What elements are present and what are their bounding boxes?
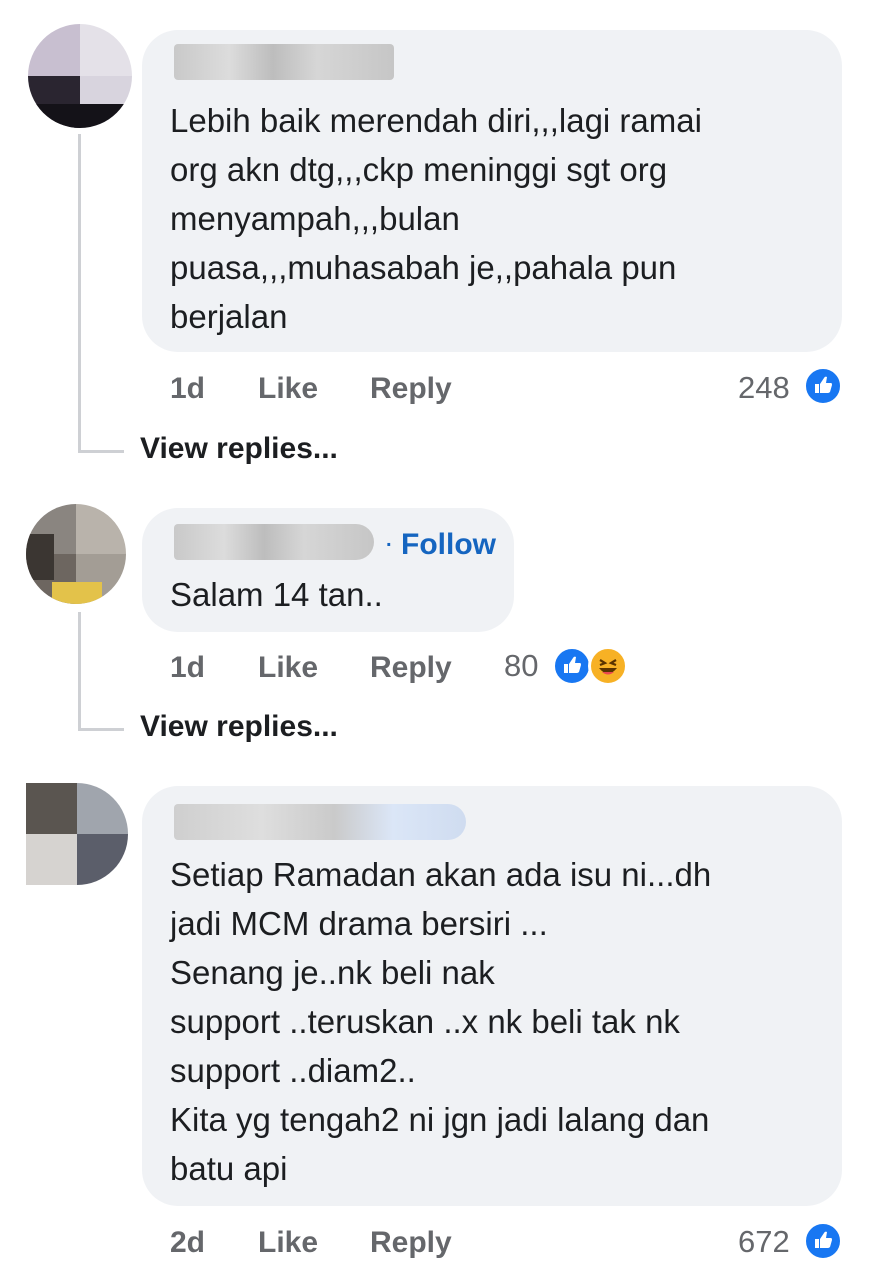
comment-line: batu api	[170, 1150, 288, 1187]
author-name-blurred[interactable]	[174, 44, 394, 80]
comment-bubble: Lebih baik merendah diri,,,lagi ramai or…	[142, 30, 842, 352]
like-button[interactable]: Like	[258, 372, 318, 406]
avatar[interactable]	[26, 783, 128, 885]
comment-timestamp[interactable]: 2d	[170, 1226, 205, 1260]
like-icon	[552, 646, 592, 686]
comment-line: menyampah,,,bulan	[170, 200, 460, 237]
avatar[interactable]	[26, 504, 126, 604]
author-name-blurred[interactable]	[174, 524, 374, 560]
reply-button[interactable]: Reply	[370, 651, 452, 685]
comment-text: Setiap Ramadan akan ada isu ni...dh jadi…	[170, 850, 711, 1193]
thread-line	[78, 134, 81, 452]
like-button[interactable]: Like	[258, 651, 318, 685]
thread-connector	[78, 450, 124, 453]
comment-line: support ..teruskan ..x nk beli tak nk	[170, 1003, 680, 1040]
author-name-blurred[interactable]	[174, 804, 466, 840]
comment-bubble: · Follow Salam 14 tan..	[142, 508, 514, 632]
comment-timestamp[interactable]: 1d	[170, 651, 205, 685]
follow-label: Follow	[401, 528, 496, 561]
comment-line: Kita yg tengah2 ni jgn jadi lalang dan	[170, 1101, 710, 1138]
comment-line: Lebih baik merendah diri,,,lagi ramai	[170, 102, 702, 139]
comment-line: Senang je..nk beli nak	[170, 954, 495, 991]
reaction-count[interactable]: 672	[738, 1224, 790, 1260]
comment-line: support ..diam2..	[170, 1052, 416, 1089]
view-replies-link[interactable]: View replies...	[140, 432, 338, 466]
view-replies-link[interactable]: View replies...	[140, 710, 338, 744]
comment-text: Salam 14 tan..	[170, 570, 383, 619]
reply-button[interactable]: Reply	[370, 1226, 452, 1260]
thread-connector	[78, 728, 124, 731]
comment-timestamp[interactable]: 1d	[170, 372, 205, 406]
comment-line: jadi MCM drama bersiri ...	[170, 905, 548, 942]
follow-button[interactable]: · Follow	[386, 528, 496, 562]
like-icon	[803, 366, 843, 406]
like-icon	[803, 1221, 843, 1261]
comment-line: berjalan	[170, 298, 288, 335]
comment-bubble: Setiap Ramadan akan ada isu ni...dh jadi…	[142, 786, 842, 1206]
thread-line	[78, 612, 81, 730]
comment-line: Setiap Ramadan akan ada isu ni...dh	[170, 856, 712, 893]
reply-button[interactable]: Reply	[370, 372, 452, 406]
like-button[interactable]: Like	[258, 1226, 318, 1260]
follow-dot: ·	[386, 534, 393, 557]
avatar[interactable]	[28, 24, 132, 128]
reaction-count[interactable]: 248	[738, 370, 790, 406]
comment-text: Lebih baik merendah diri,,,lagi ramai or…	[170, 96, 702, 341]
comment-line: Salam 14 tan..	[170, 576, 383, 613]
comment-line: org akn dtg,,,ckp meninggi sgt org	[170, 151, 668, 188]
haha-icon	[588, 646, 628, 686]
comment-line: puasa,,,muhasabah je,,pahala pun	[170, 249, 677, 286]
reaction-count[interactable]: 80	[504, 648, 538, 684]
